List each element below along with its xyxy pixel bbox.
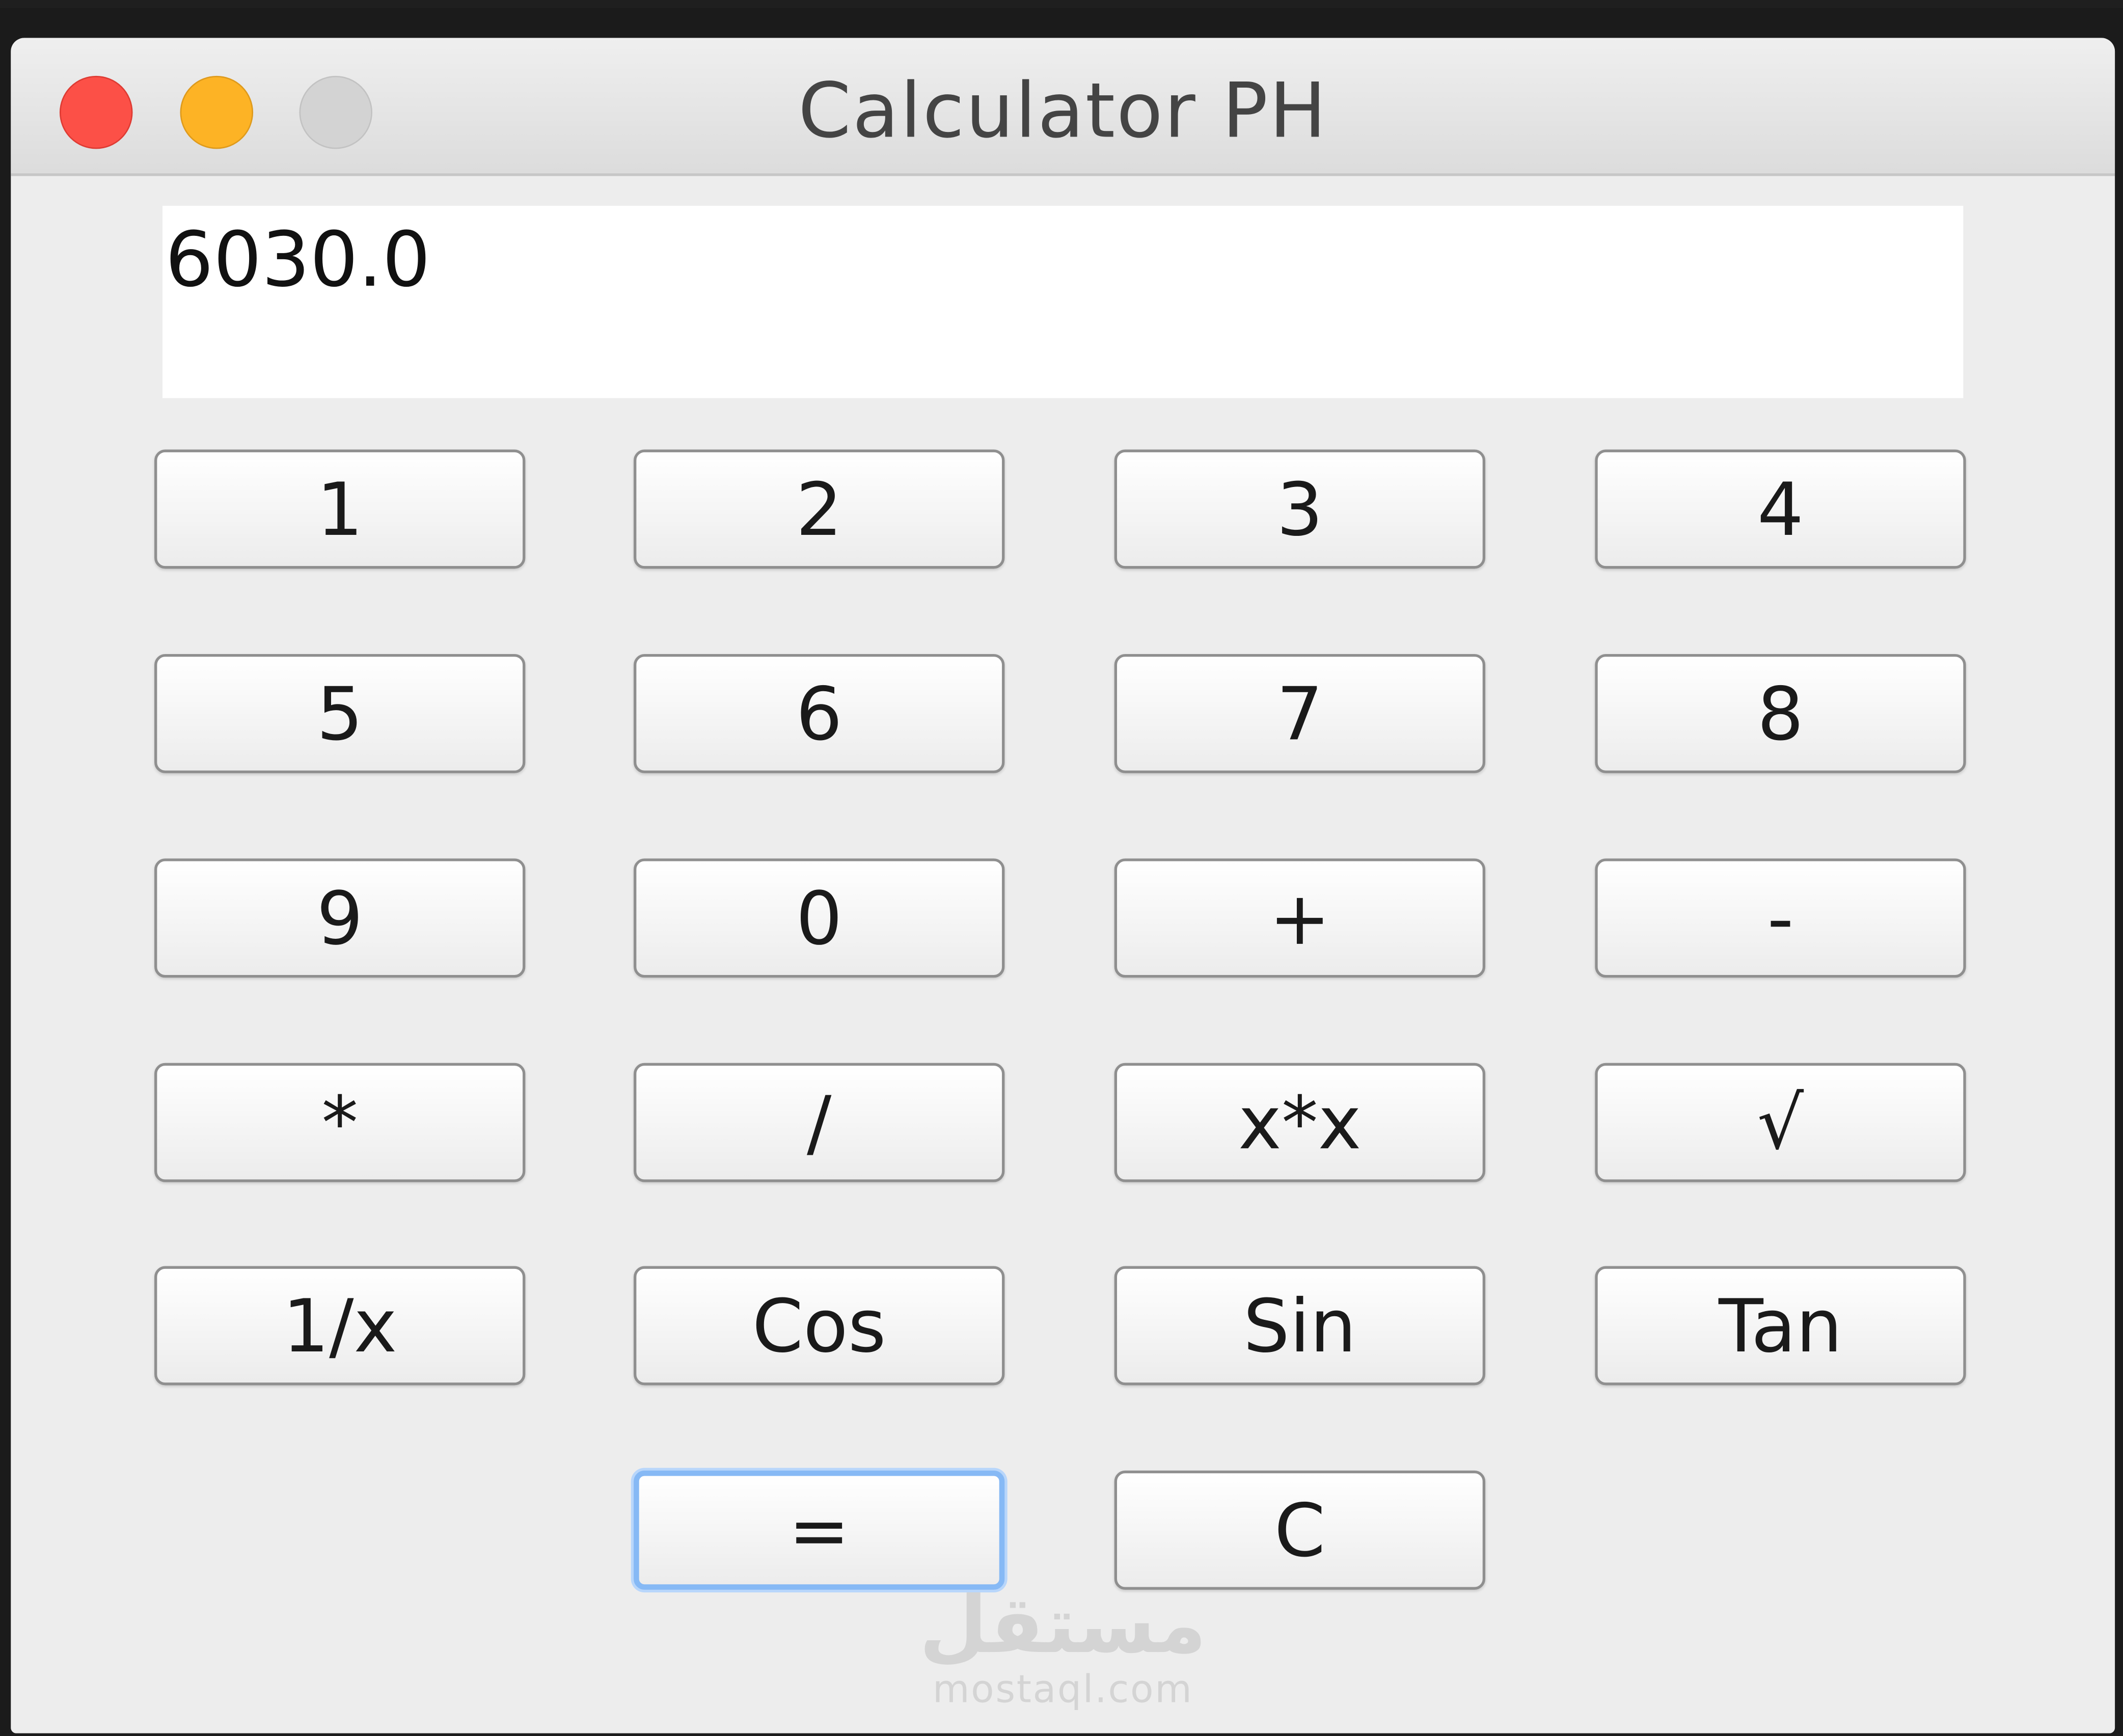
clear-button[interactable]: C: [1114, 1470, 1486, 1590]
digit-3-button[interactable]: 3: [1114, 449, 1486, 569]
digit-7-button[interactable]: 7: [1114, 654, 1486, 773]
cos-button[interactable]: Cos: [634, 1266, 1005, 1386]
digit-5-button[interactable]: 5: [154, 654, 526, 773]
subtract-button[interactable]: -: [1595, 858, 1966, 978]
watermark: مستقل mostaql.com: [11, 1582, 2115, 1712]
calculator-window: Calculator PH 6030.0 1 2 3 4 5 6 7 8 9 0…: [11, 38, 2115, 1733]
digit-1-button[interactable]: 1: [154, 449, 526, 569]
title-bar[interactable]: Calculator PH: [11, 38, 2115, 176]
square-root-button[interactable]: √: [1595, 1063, 1966, 1182]
digit-2-button[interactable]: 2: [634, 449, 1005, 569]
digit-8-button[interactable]: 8: [1595, 654, 1966, 773]
display-value: 6030.0: [165, 216, 431, 305]
watermark-latin: mostaql.com: [932, 1667, 1193, 1712]
digit-0-button[interactable]: 0: [634, 858, 1005, 978]
digit-6-button[interactable]: 6: [634, 654, 1005, 773]
digit-9-button[interactable]: 9: [154, 858, 526, 978]
square-button[interactable]: x*x: [1114, 1063, 1486, 1182]
multiply-button[interactable]: *: [154, 1063, 526, 1182]
equals-button[interactable]: =: [634, 1470, 1005, 1590]
add-button[interactable]: +: [1114, 858, 1486, 978]
watermark-arabic: مستقل: [919, 1579, 1207, 1671]
reciprocal-button[interactable]: 1/x: [154, 1266, 526, 1386]
digit-4-button[interactable]: 4: [1595, 449, 1966, 569]
result-display[interactable]: 6030.0: [162, 206, 1964, 398]
tan-button[interactable]: Tan: [1595, 1266, 1966, 1386]
screen: Calculator PH 6030.0 1 2 3 4 5 6 7 8 9 0…: [0, 0, 2123, 1736]
divide-button[interactable]: /: [634, 1063, 1005, 1182]
window-title: Calculator PH: [798, 67, 1328, 156]
sin-button[interactable]: Sin: [1114, 1266, 1486, 1386]
desktop-edge: [0, 0, 2123, 8]
